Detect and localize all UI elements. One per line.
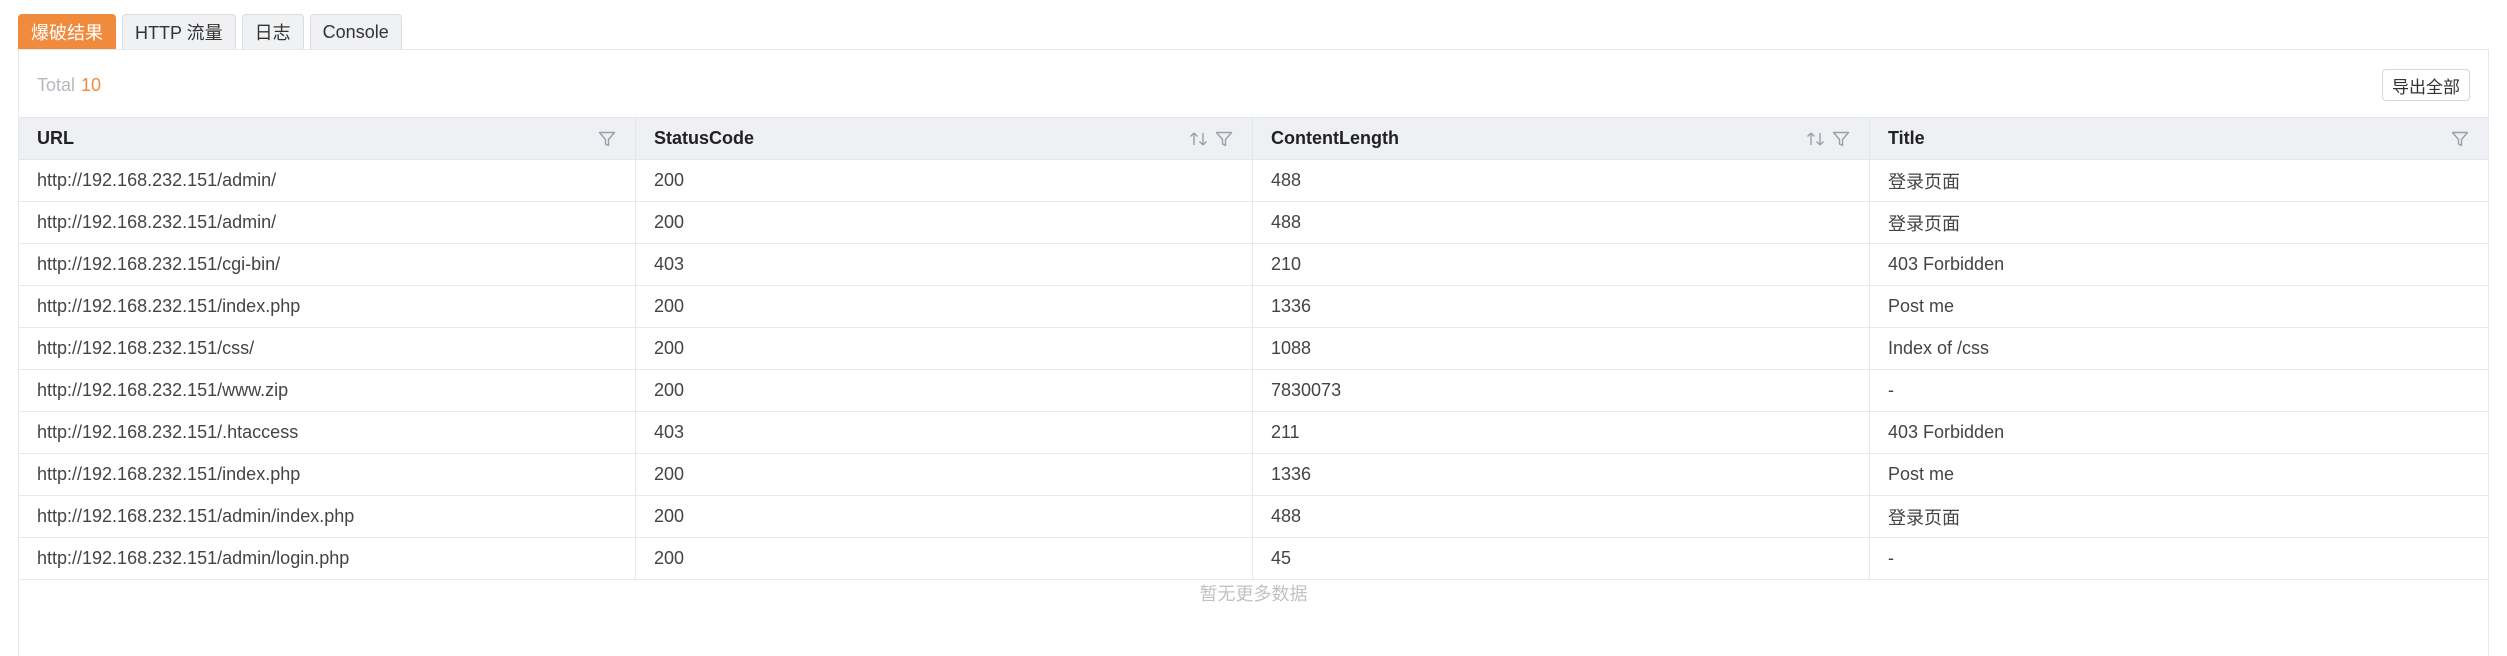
results-panel: Total 10 导出全部 URL StatusCode ContentLeng…	[18, 49, 2489, 656]
no-more-data-note: 暂无更多数据	[1199, 584, 1308, 604]
cell-title: 登录页面	[1888, 213, 1960, 234]
column-header-contentlength: ContentLength	[1253, 118, 1870, 159]
column-header-label: StatusCode	[654, 128, 755, 148]
column-header-label: URL	[37, 128, 74, 148]
cell-contentlength: 45	[1253, 538, 1870, 579]
filter-icon[interactable]	[1214, 129, 1234, 149]
filter-icon[interactable]	[1831, 129, 1851, 149]
table-row[interactable]: http://192.168.232.151/admin/index.php 2…	[19, 496, 2488, 538]
table-row[interactable]: http://192.168.232.151/index.php 200 133…	[19, 286, 2488, 328]
cell-title: 登录页面	[1888, 507, 1960, 528]
cell-statuscode: 200	[636, 496, 1253, 537]
cell-statuscode: 200	[636, 202, 1253, 243]
cell-statuscode: 403	[636, 412, 1253, 453]
cell-url: http://192.168.232.151/index.php	[19, 286, 636, 327]
table-row[interactable]: http://192.168.232.151/www.zip 200 78300…	[19, 370, 2488, 412]
cell-contentlength: 488	[1253, 496, 1870, 537]
cell-contentlength: 7830073	[1253, 370, 1870, 411]
cell-title: -	[1888, 548, 1894, 568]
cell-statuscode: 200	[636, 160, 1253, 201]
sort-icon[interactable]	[1805, 129, 1827, 149]
column-header-title: Title	[1870, 118, 2488, 159]
tab-console[interactable]: Console	[309, 14, 402, 49]
cell-contentlength: 488	[1253, 202, 1870, 243]
cell-contentlength: 488	[1253, 160, 1870, 201]
results-table: URL StatusCode ContentLength Title http:…	[19, 117, 2488, 580]
tab-log[interactable]: 日志	[241, 14, 304, 49]
cell-title: Post me	[1888, 464, 1955, 484]
cell-statuscode: 403	[636, 244, 1253, 285]
table-row[interactable]: http://192.168.232.151/admin/ 200 488 登录…	[19, 202, 2488, 244]
table-row[interactable]: http://192.168.232.151/admin/login.php 2…	[19, 538, 2488, 580]
column-header-label: Title	[1888, 128, 1925, 148]
cell-url: http://192.168.232.151/admin/	[19, 160, 636, 201]
tab-brute-results[interactable]: 爆破结果	[18, 14, 116, 49]
cell-url: http://192.168.232.151/cgi-bin/	[19, 244, 636, 285]
cell-url: http://192.168.232.151/admin/	[19, 202, 636, 243]
filter-icon[interactable]	[597, 129, 617, 149]
table-row[interactable]: http://192.168.232.151/css/ 200 1088 Ind…	[19, 328, 2488, 370]
cell-contentlength: 1088	[1253, 328, 1870, 369]
cell-contentlength: 1336	[1253, 286, 1870, 327]
cell-title: 403 Forbidden	[1888, 422, 2005, 442]
cell-contentlength: 1336	[1253, 454, 1870, 495]
total-summary: Total 10	[37, 75, 101, 96]
cell-statuscode: 200	[636, 286, 1253, 327]
cell-url: http://192.168.232.151/index.php	[19, 454, 636, 495]
export-all-button[interactable]: 导出全部	[2382, 69, 2470, 101]
column-header-statuscode: StatusCode	[636, 118, 1253, 159]
table-row[interactable]: http://192.168.232.151/admin/ 200 488 登录…	[19, 160, 2488, 202]
tab-bar: 爆破结果 HTTP 流量 日志 Console	[18, 14, 402, 49]
cell-statuscode: 200	[636, 454, 1253, 495]
filter-icon[interactable]	[2450, 129, 2470, 149]
cell-title: -	[1888, 380, 1894, 400]
cell-statuscode: 200	[636, 328, 1253, 369]
cell-url: http://192.168.232.151/.htaccess	[19, 412, 636, 453]
table-row[interactable]: http://192.168.232.151/cgi-bin/ 403 210 …	[19, 244, 2488, 286]
table-row[interactable]: http://192.168.232.151/.htaccess 403 211…	[19, 412, 2488, 454]
cell-title: 403 Forbidden	[1888, 254, 2005, 274]
column-header-url: URL	[19, 118, 636, 159]
cell-url: http://192.168.232.151/admin/index.php	[19, 496, 636, 537]
cell-title: Post me	[1888, 296, 1955, 316]
cell-url: http://192.168.232.151/www.zip	[19, 370, 636, 411]
cell-statuscode: 200	[636, 370, 1253, 411]
total-count: 10	[81, 75, 102, 95]
table-row[interactable]: http://192.168.232.151/index.php 200 133…	[19, 454, 2488, 496]
cell-url: http://192.168.232.151/css/	[19, 328, 636, 369]
total-label: Total	[37, 75, 76, 95]
cell-contentlength: 210	[1253, 244, 1870, 285]
cell-url: http://192.168.232.151/admin/login.php	[19, 538, 636, 579]
cell-title: 登录页面	[1888, 171, 1960, 192]
cell-contentlength: 211	[1253, 412, 1870, 453]
cell-title: Index of /css	[1888, 338, 1990, 358]
cell-statuscode: 200	[636, 538, 1253, 579]
tab-http-traffic[interactable]: HTTP 流量	[122, 14, 236, 49]
sort-icon[interactable]	[1188, 129, 1210, 149]
column-header-label: ContentLength	[1271, 128, 1399, 148]
table-header: URL StatusCode ContentLength Title	[19, 117, 2488, 160]
